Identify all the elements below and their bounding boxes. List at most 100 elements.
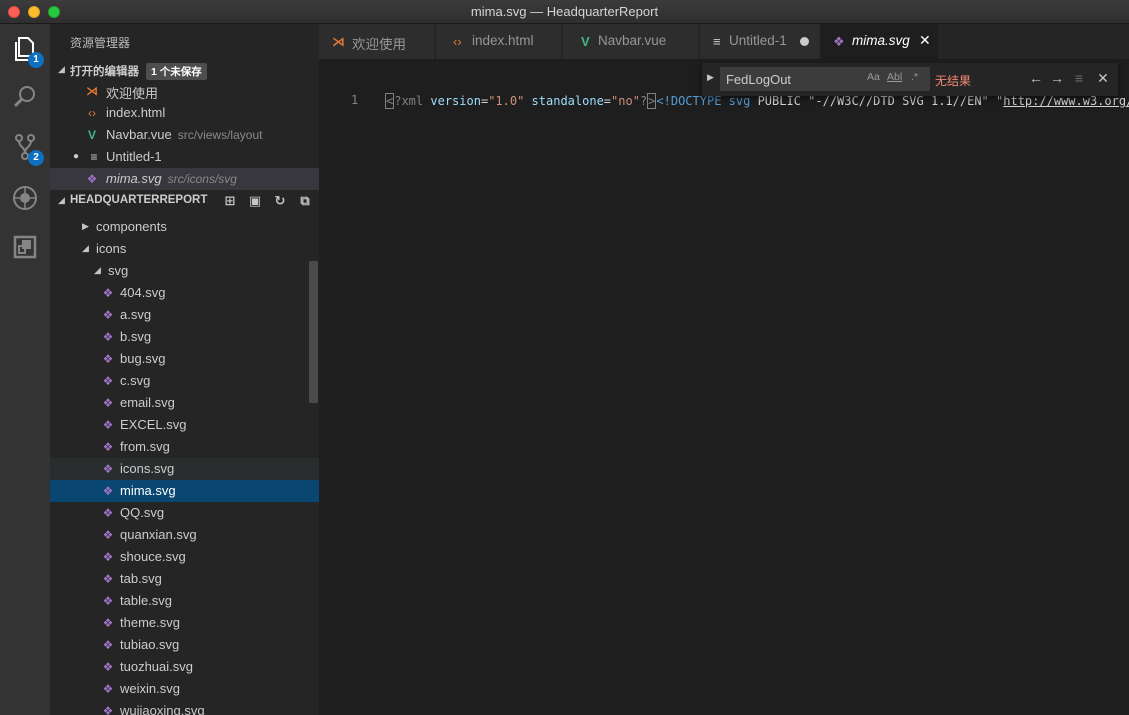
file-item[interactable]: ❖ shouce.svg [50,546,319,568]
svg-file-icon: ❖ [102,616,114,630]
open-editors-header[interactable]: ◢ 打开的编辑器 1 个未保存 [50,59,319,81]
chevron-down-icon: ◢ [94,265,101,275]
file-item[interactable]: ❖ mima.svg [50,480,319,502]
svg-file-icon: ❖ [102,352,114,366]
open-editor-label: mima.svg [106,171,162,186]
file-label: from.svg [120,439,170,454]
file-item[interactable]: ❖ tuozhuai.svg [50,656,319,678]
tab-index-html[interactable]: ‹› index.html [436,24,562,59]
file-item[interactable]: ❖ quanxian.svg [50,524,319,546]
tab-label: mima.svg [852,33,910,48]
regex-toggle[interactable]: .* [911,71,918,83]
explorer-badge: 1 [28,52,44,68]
file-item[interactable]: ❖ email.svg [50,392,319,414]
file-item[interactable]: ❖ b.svg [50,326,319,348]
line-number: 1 [351,93,359,107]
open-editor-label: Untitled-1 [106,149,162,164]
previous-match-icon[interactable]: ← [1028,70,1044,86]
unsaved-dot-icon[interactable]: ● [69,149,83,165]
file-item[interactable]: ❖ weixin.svg [50,678,319,700]
collapse-all-icon[interactable]: ⧉ [297,193,313,209]
attr-value: "no" [611,94,640,108]
tab-navbar-vue[interactable]: V Navbar.vue [563,24,699,59]
new-file-icon[interactable]: ⊞ [222,193,238,209]
open-editor-path: src/views/layout [177,128,263,142]
svg-file-icon: ❖ [102,462,114,476]
chevron-right-icon: ▶ [82,221,89,231]
whole-word-toggle[interactable]: Abl [887,71,902,83]
folder-components[interactable]: ▶ components [50,216,319,238]
html-file-icon: ‹› [453,34,462,49]
open-editor-label: 欢迎使用 [106,86,159,101]
file-label: tuozhuai.svg [120,659,193,674]
unsaved-dot-icon[interactable] [800,37,809,46]
open-editor-navbar-vue[interactable]: V Navbar.vue src/views/layout [50,124,319,146]
file-label: EXCEL.svg [120,417,187,432]
folder-icons[interactable]: ◢ icons [50,238,319,260]
open-editor-welcome[interactable]: ⋊ 欢迎使用 [50,80,319,102]
file-label: tab.svg [120,571,162,586]
file-item[interactable]: ❖ theme.svg [50,612,319,634]
tab-label: Navbar.vue [598,33,667,48]
project-actions: ⊞ ▣ ↻ ⧉ [213,193,313,209]
public-keyword: PUBLIC [757,94,801,108]
file-item[interactable]: ❖ EXCEL.svg [50,414,319,436]
file-label: a.svg [120,307,152,322]
file-item[interactable]: ❖ bug.svg [50,348,319,370]
extensions-activity[interactable] [10,232,40,262]
file-item[interactable]: ❖ QQ.svg [50,502,319,524]
file-item[interactable]: ❖ table.svg [50,590,319,612]
tab-welcome[interactable]: ⋊ 欢迎使用 [319,24,435,59]
refresh-icon[interactable]: ↻ [272,193,288,209]
close-icon[interactable]: ✕ [919,32,931,49]
close-icon[interactable]: ✕ [1095,70,1111,87]
sidebar-scrollbar[interactable] [309,261,318,403]
source-control-activity[interactable]: 2 [10,132,44,166]
folder-label: components [96,219,167,234]
code-link[interactable]: http://www.w3.org/ [1003,94,1129,108]
attr-name: version [430,94,481,108]
search-icon [13,86,35,108]
file-label: icons.svg [120,461,175,476]
file-item[interactable]: ❖ from.svg [50,436,319,458]
vue-file-icon: V [87,128,96,142]
open-editor-mima-svg[interactable]: ❖ mima.svg src/icons/svg [50,168,319,190]
svg-file-icon: ❖ [102,572,114,586]
open-editor-label: Navbar.vue [106,127,172,142]
file-item[interactable]: ❖ c.svg [50,370,319,392]
search-activity[interactable] [10,82,40,112]
find-widget: ▶ Aa Abl .* 无结果 ← → ≡ ✕ [702,63,1118,96]
svg-file-icon: ❖ [102,418,114,432]
open-editor-untitled[interactable]: ● ≡ Untitled-1 [50,146,319,168]
file-item[interactable]: ❖ wujiaoxing.svg [50,700,319,715]
project-header[interactable]: ◢ HEADQUARTERREPORT ⊞ ▣ ↻ ⧉ [50,190,319,212]
file-item[interactable]: ❖ 404.svg [50,282,319,304]
folder-label: svg [108,263,129,278]
open-editor-index-html[interactable]: ‹› index.html [50,102,319,124]
tab-untitled[interactable]: ≡ Untitled-1 [700,24,820,59]
debug-activity[interactable] [10,183,40,213]
next-match-icon[interactable]: → [1049,70,1065,86]
file-label: tubiao.svg [120,637,180,652]
toggle-replace-icon[interactable]: ▶ [707,72,714,83]
svg-file-icon: ❖ [102,638,114,652]
folder-svg[interactable]: ◢ svg [50,260,319,282]
find-in-selection-icon[interactable]: ≡ [1071,70,1087,86]
svg-file-icon: ❖ [102,594,114,608]
svg-file-icon: ❖ [102,506,114,520]
match-case-toggle[interactable]: Aa [867,71,880,83]
explorer-activity[interactable]: 1 [10,34,44,68]
file-item[interactable]: ❖ icons.svg [50,458,319,480]
new-folder-icon[interactable]: ▣ [247,193,263,209]
html-file-icon: ‹› [88,106,96,120]
svg-file-icon: ❖ [102,682,114,696]
chevron-down-icon: ◢ [58,64,65,74]
file-item[interactable]: ❖ a.svg [50,304,319,326]
file-item[interactable]: ❖ tubiao.svg [50,634,319,656]
svg-file-icon: ❖ [102,528,114,542]
file-label: QQ.svg [120,505,165,520]
editor-pane[interactable]: 1 <?xml version="1.0" standalone="no"?><… [319,59,1129,715]
file-item[interactable]: ❖ tab.svg [50,568,319,590]
scm-badge: 2 [28,150,44,166]
tab-mima-svg[interactable]: ❖ mima.svg ✕ [821,24,939,59]
